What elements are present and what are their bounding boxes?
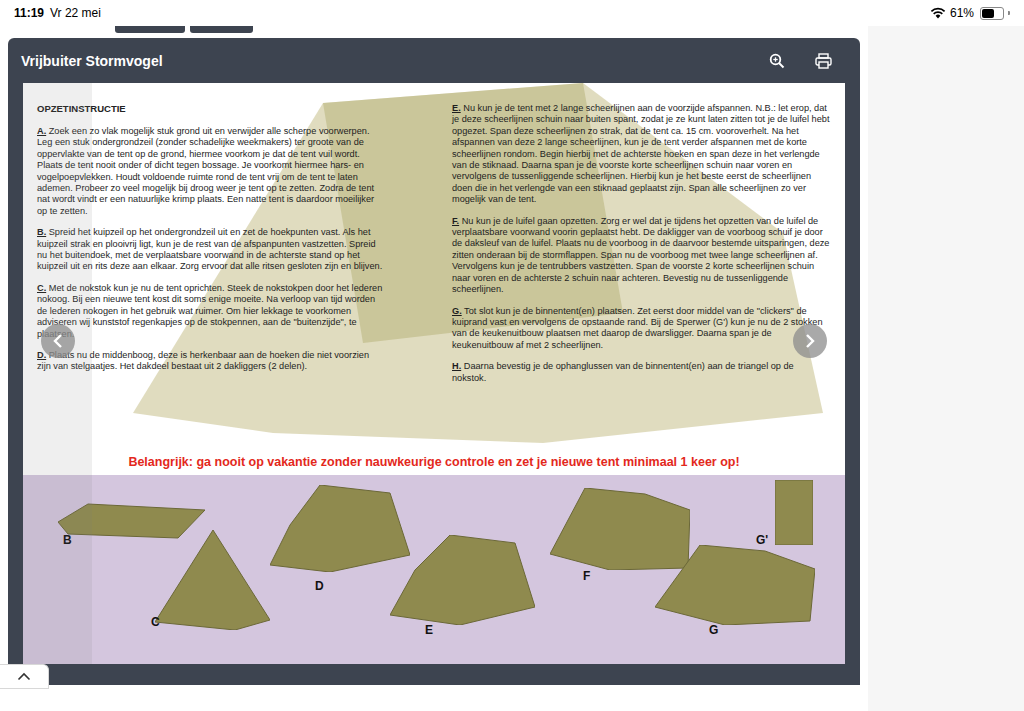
top-tabs (0, 26, 1024, 38)
doc-heading: OPZETINSTRUCTIE (37, 103, 383, 114)
figure-label: C (151, 615, 160, 629)
chevron-up-icon (17, 672, 31, 681)
date: Vr 22 mei (50, 6, 101, 20)
chevron-right-icon (803, 333, 817, 349)
tent-figure (155, 530, 270, 630)
figure-label: D (315, 579, 324, 593)
battery-percent: 61% (950, 6, 974, 20)
instruction-step: A. Zoek een zo vlak mogelijk stuk grond … (37, 126, 383, 217)
viewer-panel: Vrijbuiter Stormvogel OPZETINSTRUCTIE A. Z… (8, 38, 860, 685)
instruction-step: B. Spreid het kuipzeil op het ondergrond… (37, 227, 383, 273)
instruction-step: E. Nu kun je de tent met 2 lange scheerl… (452, 103, 830, 206)
figure-label: G' (756, 533, 768, 547)
figure-label: E (425, 623, 433, 637)
previous-page-button[interactable] (41, 324, 75, 358)
wifi-icon (930, 7, 946, 19)
text-column: OPZETINSTRUCTIE A. Zoek een zo vlak mogel… (37, 103, 383, 394)
zoom-icon[interactable] (769, 53, 785, 69)
figure-label: F (583, 569, 590, 583)
instruction-step: H. Daarna bevestig je de ophanglussen va… (452, 361, 830, 384)
top-tab[interactable] (115, 26, 185, 33)
time: 11:19 (14, 6, 44, 20)
top-tab[interactable] (190, 26, 253, 33)
instruction-step: G. Tot slot kun je de binnentent(en) pla… (452, 306, 830, 352)
tent-figure (655, 545, 815, 625)
tent-figure (775, 480, 813, 545)
tent-figure (58, 500, 205, 540)
figure-strip: B C D E F G G' (23, 475, 845, 664)
figure-label: B (63, 533, 72, 547)
document-page: OPZETINSTRUCTIE A. Zoek een zo vlak mogel… (23, 83, 845, 664)
warning-text: Belangrijk: ga nooit op vakantie zonder … (23, 453, 845, 475)
tent-figure (390, 535, 535, 625)
next-page-button[interactable] (793, 324, 827, 358)
instruction-step: C. Met de nokstok kun je nu de tent opri… (37, 283, 383, 340)
status-bar: 11:19 Vr 22 mei 61% (0, 0, 1024, 26)
instruction-step: F. Nu kun je de luifel gaan opzetten. Zo… (452, 216, 830, 296)
instruction-step: D. Plaats nu de middenboog, deze is herk… (37, 350, 383, 373)
print-icon[interactable] (815, 53, 832, 69)
tent-figure (550, 488, 690, 570)
panel-header: Vrijbuiter Stormvogel (8, 38, 860, 83)
text-column: E. Nu kun je de tent met 2 lange scheerl… (452, 103, 830, 394)
screen: 11:19 Vr 22 mei 61% Vrijbuiter Stormvogel OP… (0, 0, 1024, 711)
panel-title: Vrijbuiter Stormvogel (21, 53, 163, 69)
collapse-tab[interactable] (0, 664, 49, 689)
battery-icon (980, 7, 1004, 20)
chevron-left-icon (51, 333, 65, 349)
tent-figure (270, 485, 410, 572)
figure-label: G (709, 623, 718, 637)
